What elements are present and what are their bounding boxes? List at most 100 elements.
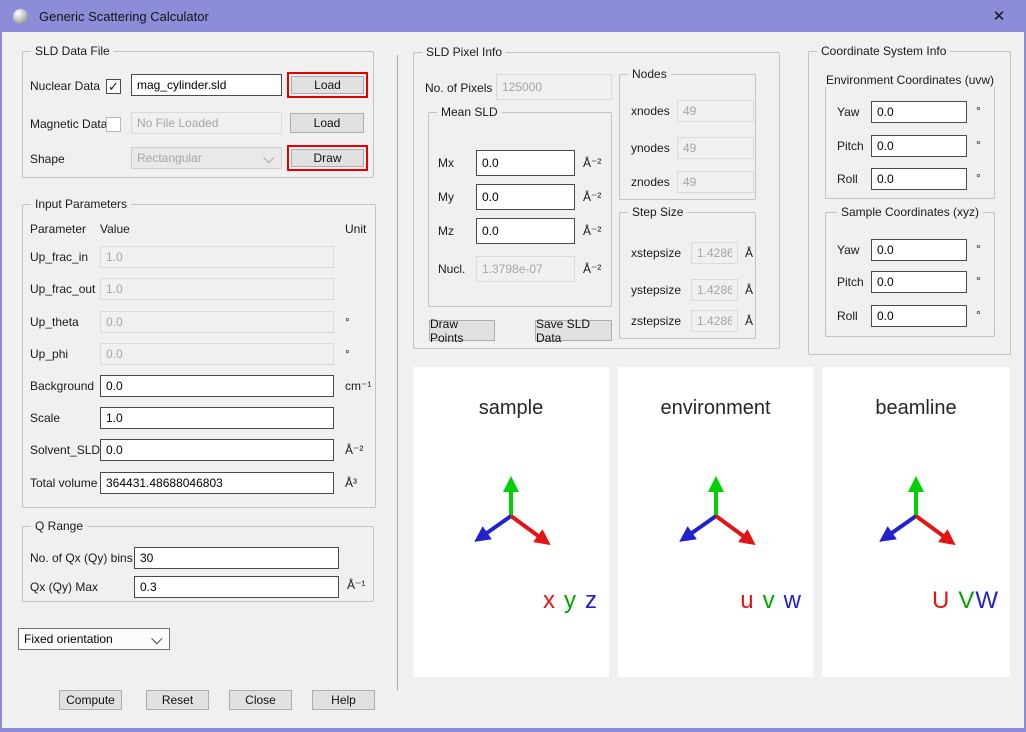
vertical-separator xyxy=(397,55,398,690)
qx-max-label: Qx (Qy) Max xyxy=(30,580,98,594)
chevron-down-icon xyxy=(151,633,162,644)
mx-input[interactable] xyxy=(476,150,575,176)
nucl-input xyxy=(476,256,575,282)
nuclear-load-button[interactable]: Load xyxy=(291,76,364,94)
orientation-dropdown-value: Fixed orientation xyxy=(24,632,113,646)
env-yaw-input[interactable] xyxy=(871,101,967,123)
q-range-group-title: Q Range xyxy=(31,519,87,533)
check-icon: ✓ xyxy=(108,79,119,94)
beamline-axes-panel: beamline UVW xyxy=(822,367,1010,677)
magnetic-data-file-input xyxy=(131,112,282,134)
smp-pitch-input[interactable] xyxy=(871,271,967,293)
smp-yaw-input[interactable] xyxy=(871,239,967,261)
orientation-dropdown[interactable]: Fixed orientation xyxy=(18,628,170,650)
magnetic-data-checkbox[interactable] xyxy=(106,117,121,132)
my-input[interactable] xyxy=(476,184,575,210)
mz-input[interactable] xyxy=(476,218,575,244)
env-roll-input[interactable] xyxy=(871,168,967,190)
help-button[interactable]: Help xyxy=(312,690,375,710)
qx-max-unit: Å⁻¹ xyxy=(347,578,365,592)
mx-label: Mx xyxy=(438,156,454,170)
ystepsize-unit: Å xyxy=(745,283,753,297)
scale-input[interactable] xyxy=(100,407,334,429)
nodes-group-title: Nodes xyxy=(628,67,671,81)
param-label: Solvent_SLD xyxy=(30,443,100,457)
shape-label: Shape xyxy=(30,152,65,166)
sample-axes-icon xyxy=(451,462,571,562)
compute-button[interactable]: Compute xyxy=(59,690,122,710)
mean-sld-group-title: Mean SLD xyxy=(437,105,502,119)
draw-button[interactable]: Draw xyxy=(291,149,364,167)
step-size-group-title: Step Size xyxy=(628,205,687,219)
sample-coordinates-title: Sample Coordinates (xyz) xyxy=(837,205,983,219)
env-pitch-label: Pitch xyxy=(837,139,864,153)
up-frac-in-input xyxy=(100,246,334,268)
nuclear-data-label: Nuclear Data xyxy=(30,79,100,93)
qx-bins-label: No. of Qx (Qy) bins xyxy=(30,551,133,565)
nuclear-data-file-input[interactable] xyxy=(131,74,282,96)
beamline-axes-icon xyxy=(856,462,976,562)
reset-button[interactable]: Reset xyxy=(146,690,209,710)
env-yaw-unit: ° xyxy=(976,104,981,118)
mz-unit: Å⁻² xyxy=(583,224,601,238)
total-volume-input[interactable] xyxy=(100,472,334,494)
param-label: Up_phi xyxy=(30,347,68,361)
titlebar: Generic Scattering Calculator ✕ xyxy=(0,0,1026,32)
mz-label: Mz xyxy=(438,224,454,238)
smp-pitch-unit: ° xyxy=(976,274,981,288)
smp-roll-unit: ° xyxy=(976,308,981,322)
xstepsize-input xyxy=(691,242,738,264)
sample-axes-panel: sample xyz xyxy=(413,367,609,677)
nucl-label: Nucl. xyxy=(438,262,465,276)
param-label: Background xyxy=(30,379,94,393)
draw-points-button[interactable]: Draw Points xyxy=(429,320,495,341)
nuclear-data-checkbox[interactable]: ✓ xyxy=(106,79,121,94)
smp-roll-input[interactable] xyxy=(871,305,967,327)
generic-scattering-calculator-window: Generic Scattering Calculator ✕ SLD Data… xyxy=(0,0,1026,732)
sample-panel-title: sample xyxy=(413,397,609,420)
sld-data-file-group-title: SLD Data File xyxy=(31,44,114,58)
mx-unit: Å⁻² xyxy=(583,156,601,170)
background-input[interactable] xyxy=(100,375,334,397)
env-pitch-input[interactable] xyxy=(871,135,967,157)
env-roll-unit: ° xyxy=(976,171,981,185)
chevron-down-icon xyxy=(263,152,274,163)
param-label: Up_theta xyxy=(30,315,79,329)
smp-yaw-label: Yaw xyxy=(837,243,859,257)
window-title: Generic Scattering Calculator xyxy=(39,9,209,24)
environment-panel-title: environment xyxy=(618,397,813,420)
close-button[interactable]: Close xyxy=(229,690,292,710)
magnetic-load-button[interactable]: Load xyxy=(290,113,364,133)
draw-highlight: Draw xyxy=(287,145,368,171)
param-unit: cm⁻¹ xyxy=(345,379,371,393)
close-window-button[interactable]: ✕ xyxy=(978,0,1020,32)
no-of-pixels-input xyxy=(496,74,612,100)
my-label: My xyxy=(438,190,454,204)
param-label: Up_frac_in xyxy=(30,250,88,264)
xnodes-label: xnodes xyxy=(631,104,670,118)
solvent-sld-input[interactable] xyxy=(100,439,334,461)
zstepsize-unit: Å xyxy=(745,314,753,328)
param-label: Total volume xyxy=(30,476,97,490)
zstepsize-input xyxy=(691,310,738,332)
smp-pitch-label: Pitch xyxy=(837,275,864,289)
beamline-axis-letters: UVW xyxy=(932,587,998,615)
env-roll-label: Roll xyxy=(837,172,858,186)
no-of-pixels-label: No. of Pixels xyxy=(425,81,492,95)
app-icon xyxy=(13,9,28,24)
znodes-input xyxy=(677,171,754,193)
ystepsize-input xyxy=(691,279,738,301)
param-unit: ° xyxy=(345,347,350,361)
window-border-bottom xyxy=(0,728,1026,732)
qx-max-input[interactable] xyxy=(134,576,339,598)
save-sld-data-button[interactable]: Save SLD Data xyxy=(535,320,612,341)
env-pitch-unit: ° xyxy=(976,138,981,152)
param-unit: Å³ xyxy=(345,476,357,490)
smp-yaw-unit: ° xyxy=(976,242,981,256)
up-phi-input xyxy=(100,343,334,365)
znodes-label: znodes xyxy=(631,175,670,189)
param-unit: ° xyxy=(345,315,350,329)
qx-bins-input[interactable] xyxy=(134,547,339,569)
shape-dropdown: Rectangular xyxy=(131,147,282,169)
zstepsize-label: zstepsize xyxy=(631,314,681,328)
